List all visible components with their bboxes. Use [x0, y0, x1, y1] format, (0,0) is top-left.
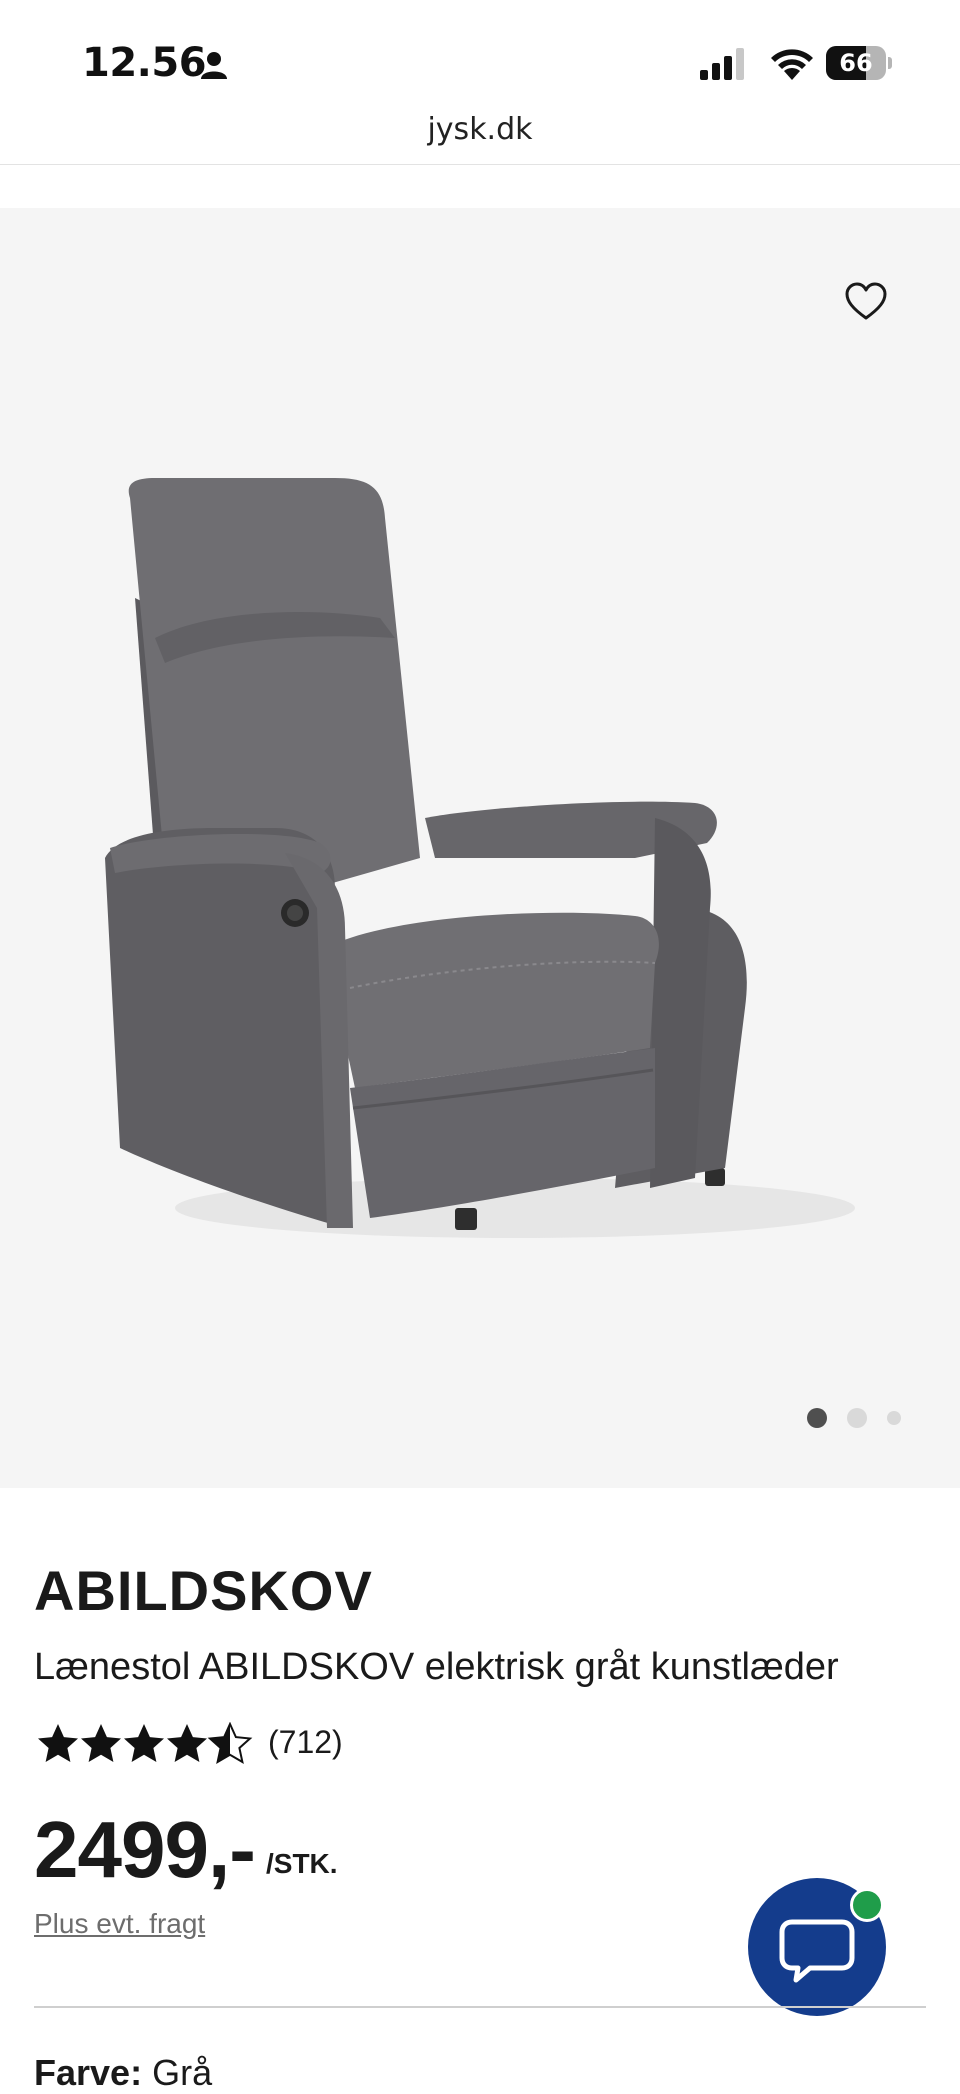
pagination-dot[interactable] [847, 1408, 867, 1428]
gallery-pagination[interactable] [0, 1408, 960, 1432]
shipping-info-link[interactable]: Plus evt. fragt [34, 1908, 205, 1940]
status-bar: 12.56 66 [0, 0, 960, 120]
chat-online-badge [850, 1888, 884, 1922]
section-divider [34, 2006, 926, 2008]
color-label: Farve: [34, 2052, 143, 2093]
review-count[interactable]: (712) [268, 1724, 343, 1761]
product-image-gallery[interactable] [0, 208, 960, 1488]
price-unit: /STK. [266, 1848, 338, 1879]
color-selector[interactable]: Farve: Grå [34, 2052, 212, 2094]
product-image-recliner [105, 478, 855, 1238]
clock: 12.56 [82, 40, 207, 86]
product-brand: ABILDSKOV [34, 1559, 373, 1622]
person-icon [201, 52, 227, 79]
heart-outline-icon[interactable] [844, 280, 888, 324]
pagination-dot[interactable] [887, 1411, 901, 1425]
battery-indicator: 66 [826, 46, 892, 80]
pagination-dot-active[interactable] [807, 1408, 827, 1428]
cellular-signal-icon [700, 48, 744, 80]
battery-percent: 66 [839, 49, 873, 77]
toolbar-divider [0, 164, 960, 165]
address-bar-url[interactable]: jysk.dk [0, 112, 960, 147]
product-price: 2499,- [34, 1805, 256, 1894]
wifi-icon [771, 49, 813, 80]
color-value: Grå [152, 2052, 213, 2093]
product-title: Lænestol ABILDSKOV elektrisk gråt kunstl… [34, 1646, 839, 1688]
rating-stars-icon [38, 1723, 251, 1763]
